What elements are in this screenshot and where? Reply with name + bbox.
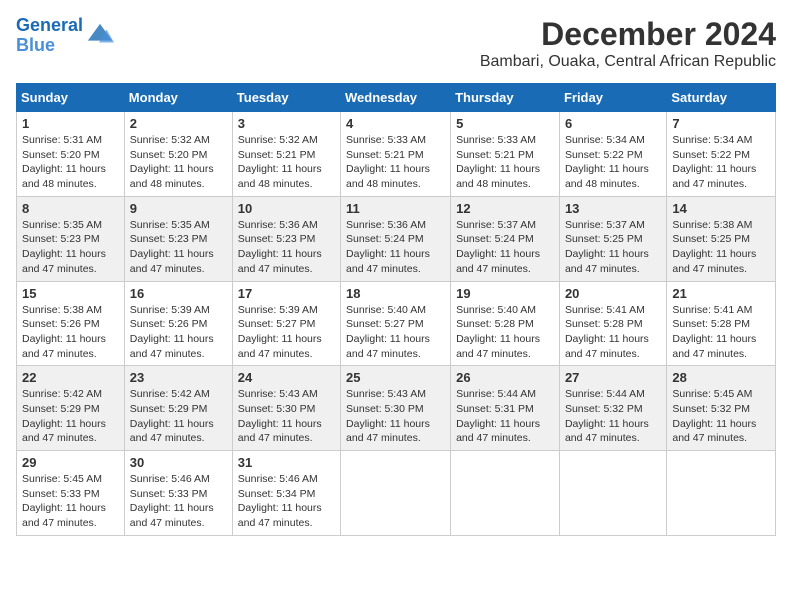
table-row: 15 Sunrise: 5:38 AMSunset: 5:26 PMDaylig… xyxy=(17,281,125,366)
table-row: 6 Sunrise: 5:34 AMSunset: 5:22 PMDayligh… xyxy=(559,112,666,197)
month-title: December 2024 xyxy=(480,16,776,53)
table-row: 10 Sunrise: 5:36 AMSunset: 5:23 PMDaylig… xyxy=(232,196,340,281)
table-row: 30 Sunrise: 5:46 AMSunset: 5:33 PMDaylig… xyxy=(124,451,232,536)
col-sunday: Sunday xyxy=(17,84,125,112)
table-row: 3 Sunrise: 5:32 AMSunset: 5:21 PMDayligh… xyxy=(232,112,340,197)
table-row: 12 Sunrise: 5:37 AMSunset: 5:24 PMDaylig… xyxy=(451,196,560,281)
table-row: 25 Sunrise: 5:43 AMSunset: 5:30 PMDaylig… xyxy=(341,366,451,451)
table-row: 9 Sunrise: 5:35 AMSunset: 5:23 PMDayligh… xyxy=(124,196,232,281)
title-block: December 2024 Bambari, Ouaka, Central Af… xyxy=(480,16,776,71)
col-saturday: Saturday xyxy=(667,84,776,112)
table-row: 21 Sunrise: 5:41 AMSunset: 5:28 PMDaylig… xyxy=(667,281,776,366)
table-row: 23 Sunrise: 5:42 AMSunset: 5:29 PMDaylig… xyxy=(124,366,232,451)
table-row: 16 Sunrise: 5:39 AMSunset: 5:26 PMDaylig… xyxy=(124,281,232,366)
table-row: 18 Sunrise: 5:40 AMSunset: 5:27 PMDaylig… xyxy=(341,281,451,366)
empty-cell xyxy=(341,451,451,536)
empty-cell xyxy=(451,451,560,536)
table-row: 29 Sunrise: 5:45 AMSunset: 5:33 PMDaylig… xyxy=(17,451,125,536)
col-tuesday: Tuesday xyxy=(232,84,340,112)
header-row: Sunday Monday Tuesday Wednesday Thursday… xyxy=(17,84,776,112)
header: GeneralBlue December 2024 Bambari, Ouaka… xyxy=(16,16,776,71)
location-title: Bambari, Ouaka, Central African Republic xyxy=(480,53,776,71)
table-row: 11 Sunrise: 5:36 AMSunset: 5:24 PMDaylig… xyxy=(341,196,451,281)
empty-cell xyxy=(559,451,666,536)
table-row: 2 Sunrise: 5:32 AMSunset: 5:20 PMDayligh… xyxy=(124,112,232,197)
table-row: 19 Sunrise: 5:40 AMSunset: 5:28 PMDaylig… xyxy=(451,281,560,366)
table-row: 4 Sunrise: 5:33 AMSunset: 5:21 PMDayligh… xyxy=(341,112,451,197)
table-row: 1 Sunrise: 5:31 AMSunset: 5:20 PMDayligh… xyxy=(17,112,125,197)
table-row: 20 Sunrise: 5:41 AMSunset: 5:28 PMDaylig… xyxy=(559,281,666,366)
table-row: 28 Sunrise: 5:45 AMSunset: 5:32 PMDaylig… xyxy=(667,366,776,451)
table-row: 7 Sunrise: 5:34 AMSunset: 5:22 PMDayligh… xyxy=(667,112,776,197)
table-row: 13 Sunrise: 5:37 AMSunset: 5:25 PMDaylig… xyxy=(559,196,666,281)
table-row: 8 Sunrise: 5:35 AMSunset: 5:23 PMDayligh… xyxy=(17,196,125,281)
logo-icon xyxy=(86,22,114,50)
calendar-table: Sunday Monday Tuesday Wednesday Thursday… xyxy=(16,83,776,536)
logo: GeneralBlue xyxy=(16,16,114,56)
table-row: 31 Sunrise: 5:46 AMSunset: 5:34 PMDaylig… xyxy=(232,451,340,536)
col-wednesday: Wednesday xyxy=(341,84,451,112)
col-monday: Monday xyxy=(124,84,232,112)
table-row: 22 Sunrise: 5:42 AMSunset: 5:29 PMDaylig… xyxy=(17,366,125,451)
table-row: 14 Sunrise: 5:38 AMSunset: 5:25 PMDaylig… xyxy=(667,196,776,281)
table-row: 24 Sunrise: 5:43 AMSunset: 5:30 PMDaylig… xyxy=(232,366,340,451)
logo-text: GeneralBlue xyxy=(16,16,83,56)
table-row: 26 Sunrise: 5:44 AMSunset: 5:31 PMDaylig… xyxy=(451,366,560,451)
col-thursday: Thursday xyxy=(451,84,560,112)
col-friday: Friday xyxy=(559,84,666,112)
table-row: 17 Sunrise: 5:39 AMSunset: 5:27 PMDaylig… xyxy=(232,281,340,366)
table-row: 5 Sunrise: 5:33 AMSunset: 5:21 PMDayligh… xyxy=(451,112,560,197)
table-row: 27 Sunrise: 5:44 AMSunset: 5:32 PMDaylig… xyxy=(559,366,666,451)
empty-cell xyxy=(667,451,776,536)
